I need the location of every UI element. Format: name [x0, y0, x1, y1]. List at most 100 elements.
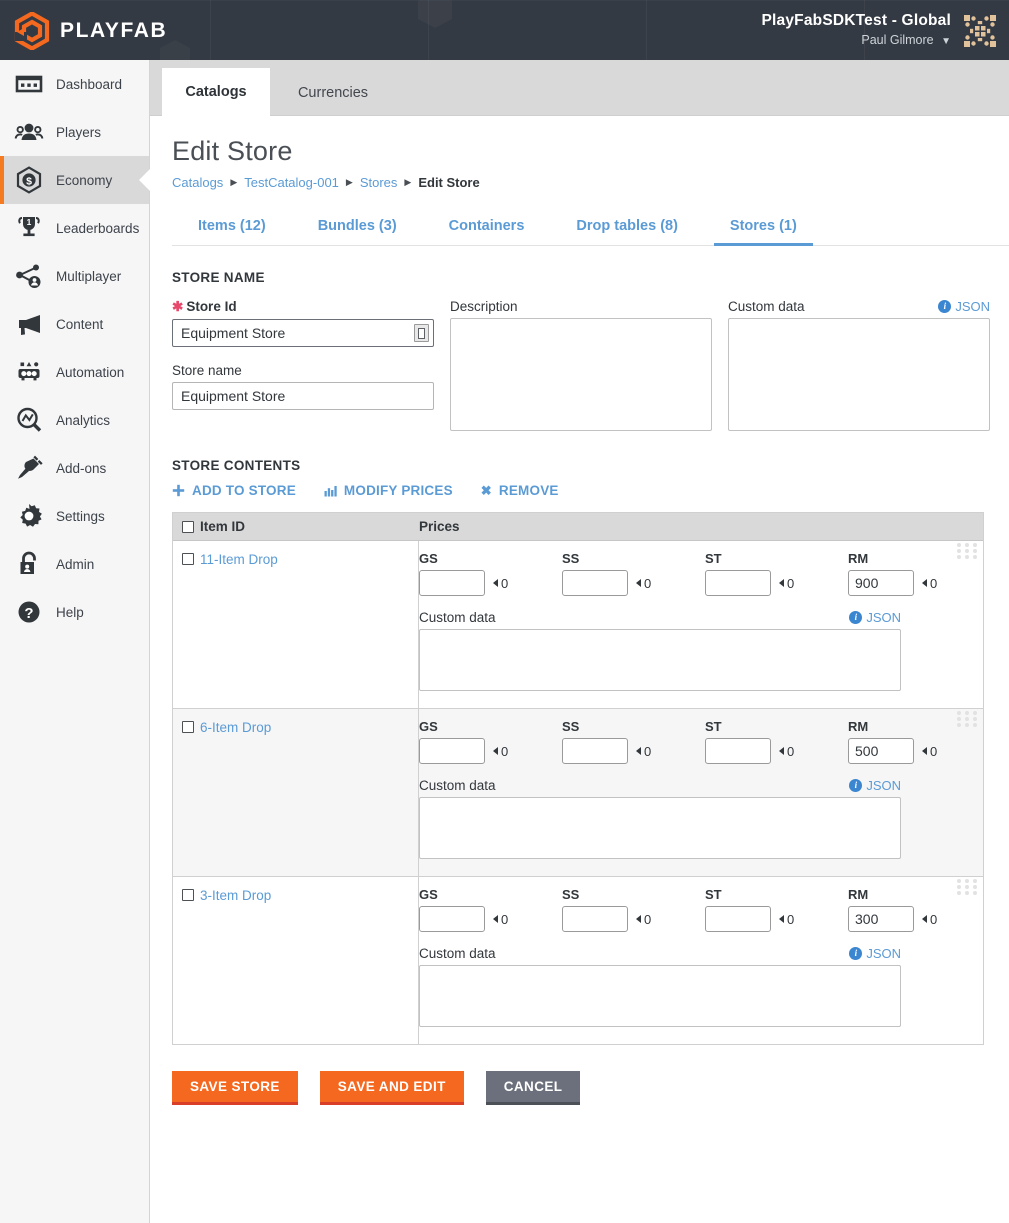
sidebar-item-automation[interactable]: Automation — [0, 348, 149, 396]
row-custom-data-json-link[interactable]: i JSON — [849, 778, 901, 793]
sidebar-item-economy[interactable]: $ Economy — [0, 156, 149, 204]
add-to-store-button[interactable]: ADD TO STORE — [172, 483, 296, 498]
sidebar-item-players[interactable]: Players — [0, 108, 149, 156]
lock-user-icon — [14, 549, 44, 579]
sidebar-item-analytics[interactable]: Analytics — [0, 396, 149, 444]
tab-catalogs-label: Catalogs — [185, 84, 246, 100]
custom-data-json-link[interactable]: i JSON — [938, 299, 990, 314]
drag-handle-icon[interactable] — [957, 879, 979, 895]
save-store-button[interactable]: SAVE STORE — [172, 1071, 298, 1105]
price-after-st-value: 0 — [787, 912, 794, 927]
row-item-id-link[interactable]: 6-Item Drop — [200, 721, 271, 734]
row-custom-data-textarea[interactable] — [419, 797, 901, 859]
sidebar-item-multiplayer[interactable]: Multiplayer — [0, 252, 149, 300]
tab-drop-tables[interactable]: Drop tables (8) — [550, 218, 704, 245]
price-input-gs[interactable] — [419, 906, 485, 932]
price-after-gs: 0 — [493, 744, 508, 759]
sidebar-item-help[interactable]: ? Help — [0, 588, 149, 636]
json-link-label: JSON — [955, 299, 990, 314]
price-input-gs[interactable] — [419, 570, 485, 596]
triangle-left-icon — [636, 579, 641, 587]
breadcrumb-item-stores[interactable]: Stores — [360, 175, 398, 190]
playfab-hex-logo-icon — [14, 12, 50, 50]
plus-icon — [172, 484, 185, 497]
triangle-left-icon — [636, 747, 641, 755]
remove-button[interactable]: ✖ REMOVE — [481, 483, 559, 498]
economy-coin-icon: $ — [14, 165, 44, 195]
cancel-button[interactable]: CANCEL — [486, 1071, 581, 1105]
row-item-id-link[interactable]: 11-Item Drop — [200, 553, 278, 566]
custom-data-header: Custom data i JSON — [728, 299, 990, 314]
sidebar-item-dashboard[interactable]: Dashboard — [0, 60, 149, 108]
sidebar-item-settings[interactable]: Settings — [0, 492, 149, 540]
row-checkbox[interactable] — [182, 553, 194, 565]
price-input-ss[interactable] — [562, 570, 628, 596]
price-input-st[interactable] — [705, 570, 771, 596]
svg-text:$: $ — [26, 175, 32, 187]
tab-currencies[interactable]: Currencies — [278, 70, 388, 116]
row-custom-data-textarea[interactable] — [419, 629, 901, 691]
drag-handle-icon[interactable] — [957, 711, 979, 727]
avatar[interactable] — [963, 14, 997, 48]
playfab-logo[interactable]: PLAYFAB — [14, 12, 167, 50]
tab-containers[interactable]: Containers — [423, 218, 551, 245]
sidebar-item-add-ons[interactable]: Add-ons — [0, 444, 149, 492]
triangle-left-icon — [636, 915, 641, 923]
row-custom-data-json-link[interactable]: i JSON — [849, 610, 901, 625]
tab-currencies-label: Currencies — [298, 85, 368, 101]
price-cell-st: ST 0 — [705, 887, 848, 932]
select-all-checkbox[interactable] — [182, 521, 194, 533]
triangle-left-icon — [922, 747, 927, 755]
sidebar-item-leaderboards[interactable]: 1 Leaderboards — [0, 204, 149, 252]
account-info[interactable]: PlayFabSDKTest - Global Paul Gilmore ▼ — [762, 12, 952, 47]
row-prices-cell: GS 0 SS 0 ST — [419, 709, 991, 876]
price-input-ss[interactable] — [562, 738, 628, 764]
sidebar-item-admin[interactable]: Admin — [0, 540, 149, 588]
save-and-edit-button[interactable]: SAVE AND EDIT — [320, 1071, 464, 1105]
price-input-rm[interactable] — [848, 738, 914, 764]
price-input-st[interactable] — [705, 738, 771, 764]
price-after-gs-value: 0 — [501, 576, 508, 591]
custom-data-textarea[interactable] — [728, 318, 990, 431]
description-textarea[interactable] — [450, 318, 712, 431]
row-custom-data-textarea[interactable] — [419, 965, 901, 1027]
store-id-label-text: Store Id — [186, 299, 236, 314]
breadcrumb-item-testcatalog[interactable]: TestCatalog-001 — [244, 175, 339, 190]
price-input-gs[interactable] — [419, 738, 485, 764]
store-id-input[interactable] — [172, 319, 434, 347]
tab-stores[interactable]: Stores (1) — [704, 218, 823, 245]
row-custom-data-json-link[interactable]: i JSON — [849, 946, 901, 961]
table-row: 6-Item Drop GS 0 SS — [173, 709, 983, 877]
sidebar-item-label: Automation — [56, 365, 124, 380]
price-input-ss[interactable] — [562, 906, 628, 932]
tab-catalogs[interactable]: Catalogs — [162, 68, 270, 116]
row-item-cell: 11-Item Drop — [173, 541, 419, 708]
price-after-ss-value: 0 — [644, 576, 651, 591]
price-input-rm[interactable] — [848, 906, 914, 932]
analytics-magnifier-icon — [14, 405, 44, 435]
triangle-left-icon — [779, 579, 784, 587]
gear-icon — [14, 501, 44, 531]
price-after-ss: 0 — [636, 744, 651, 759]
breadcrumb-item-catalogs[interactable]: Catalogs — [172, 175, 223, 190]
price-input-rm[interactable] — [848, 570, 914, 596]
price-after-rm: 0 — [922, 576, 937, 591]
breadcrumb: Catalogs ▶ TestCatalog-001 ▶ Stores ▶ Ed… — [172, 175, 1009, 190]
store-name-input[interactable] — [172, 382, 434, 410]
dashboard-icon — [14, 69, 44, 99]
tab-bundles[interactable]: Bundles (3) — [292, 218, 423, 245]
modify-prices-label: MODIFY PRICES — [344, 483, 453, 498]
account-user[interactable]: Paul Gilmore ▼ — [762, 33, 952, 47]
price-cell-gs: GS 0 — [419, 887, 562, 932]
row-checkbox[interactable] — [182, 889, 194, 901]
drag-handle-icon[interactable] — [957, 543, 979, 559]
tab-items[interactable]: Items (12) — [172, 218, 292, 245]
sidebar-item-content[interactable]: Content — [0, 300, 149, 348]
row-checkbox[interactable] — [182, 721, 194, 733]
modify-prices-button[interactable]: MODIFY PRICES — [324, 483, 453, 498]
tab-containers-label: Containers — [449, 218, 525, 234]
price-cell-ss: SS 0 — [562, 551, 705, 596]
row-item-id-link[interactable]: 3-Item Drop — [200, 889, 271, 902]
price-input-st[interactable] — [705, 906, 771, 932]
tab-drop-tables-label: Drop tables (8) — [576, 218, 678, 234]
